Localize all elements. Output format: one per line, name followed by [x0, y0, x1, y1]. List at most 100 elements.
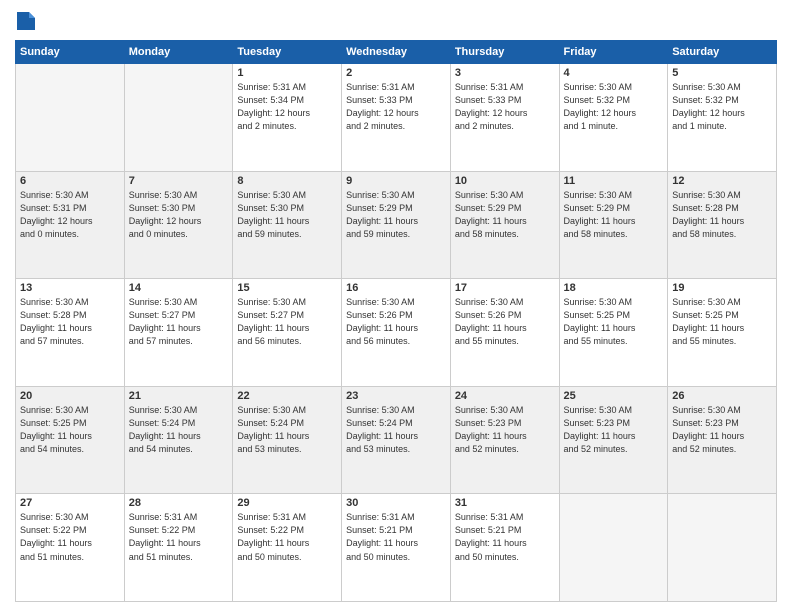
calendar-cell: 15Sunrise: 5:30 AM Sunset: 5:27 PM Dayli…: [233, 279, 342, 387]
calendar-cell: 19 Sunrise: 5:30 AM Sunset: 5:25 PM Dayli…: [668, 279, 777, 387]
week-row-4: 20 Sunrise: 5:30 AM Sunset: 5:25 PM Dayli…: [16, 386, 777, 494]
calendar-cell: [559, 494, 668, 602]
day-info: Sunrise: 5:30 AM Sunset: 5:23 PM Dayligh…: [672, 404, 772, 456]
calendar-cell: 1 Sunrise: 5:31 AM Sunset: 5:34 PM Daylig…: [233, 64, 342, 172]
column-header-monday: Monday: [124, 41, 233, 64]
week-row-5: 27Sunrise: 5:30 AM Sunset: 5:22 PM Dayli…: [16, 494, 777, 602]
day-info: Sunrise: 5:30 AM Sunset: 5:28 PM Dayligh…: [20, 296, 120, 348]
calendar-cell: 3 Sunrise: 5:31 AM Sunset: 5:33 PM Daylig…: [450, 64, 559, 172]
day-number: 20: [20, 390, 120, 402]
day-info: Sunrise: 5:30 AM Sunset: 5:28 PM Dayligh…: [672, 189, 772, 241]
calendar-cell: 11Sunrise: 5:30 AM Sunset: 5:29 PM Dayli…: [559, 171, 668, 279]
calendar-cell: [16, 64, 125, 172]
calendar-cell: 7 Sunrise: 5:30 AM Sunset: 5:30 PM Daylig…: [124, 171, 233, 279]
day-number: 21: [129, 390, 229, 402]
calendar-cell: 17Sunrise: 5:30 AM Sunset: 5:26 PM Dayli…: [450, 279, 559, 387]
day-info: Sunrise: 5:31 AM Sunset: 5:21 PM Dayligh…: [455, 511, 555, 563]
day-number: 12: [672, 175, 772, 187]
day-info: Sunrise: 5:30 AM Sunset: 5:24 PM Dayligh…: [129, 404, 229, 456]
calendar-cell: 10 Sunrise: 5:30 AM Sunset: 5:29 PM Dayli…: [450, 171, 559, 279]
day-number: 7: [129, 175, 229, 187]
week-row-1: 1 Sunrise: 5:31 AM Sunset: 5:34 PM Daylig…: [16, 64, 777, 172]
calendar-cell: 9 Sunrise: 5:30 AM Sunset: 5:29 PM Daylig…: [342, 171, 451, 279]
day-number: 19: [672, 282, 772, 294]
day-number: 22: [237, 390, 337, 402]
day-info: Sunrise: 5:30 AM Sunset: 5:30 PM Dayligh…: [129, 189, 229, 241]
logo-icon: [15, 10, 37, 32]
column-header-thursday: Thursday: [450, 41, 559, 64]
day-info: Sunrise: 5:30 AM Sunset: 5:29 PM Dayligh…: [346, 189, 446, 241]
day-info: Sunrise: 5:30 AM Sunset: 5:26 PM Dayligh…: [346, 296, 446, 348]
day-info: Sunrise: 5:30 AM Sunset: 5:25 PM Dayligh…: [672, 296, 772, 348]
day-info: Sunrise: 5:30 AM Sunset: 5:29 PM Dayligh…: [455, 189, 555, 241]
day-number: 1: [237, 67, 337, 79]
day-info: Sunrise: 5:30 AM Sunset: 5:32 PM Dayligh…: [564, 81, 664, 133]
week-row-2: 6 Sunrise: 5:30 AM Sunset: 5:31 PM Daylig…: [16, 171, 777, 279]
calendar-cell: [668, 494, 777, 602]
day-info: Sunrise: 5:30 AM Sunset: 5:32 PM Dayligh…: [672, 81, 772, 133]
day-number: 5: [672, 67, 772, 79]
calendar-cell: 23 Sunrise: 5:30 AM Sunset: 5:24 PM Dayli…: [342, 386, 451, 494]
day-number: 9: [346, 175, 446, 187]
calendar-cell: 27Sunrise: 5:30 AM Sunset: 5:22 PM Dayli…: [16, 494, 125, 602]
calendar-cell: 29Sunrise: 5:31 AM Sunset: 5:22 PM Dayli…: [233, 494, 342, 602]
day-number: 10: [455, 175, 555, 187]
day-number: 26: [672, 390, 772, 402]
day-info: Sunrise: 5:30 AM Sunset: 5:23 PM Dayligh…: [455, 404, 555, 456]
day-number: 18: [564, 282, 664, 294]
day-info: Sunrise: 5:30 AM Sunset: 5:25 PM Dayligh…: [20, 404, 120, 456]
day-info: Sunrise: 5:30 AM Sunset: 5:24 PM Dayligh…: [237, 404, 337, 456]
day-number: 4: [564, 67, 664, 79]
calendar-cell: 18 Sunrise: 5:30 AM Sunset: 5:25 PM Dayli…: [559, 279, 668, 387]
day-info: Sunrise: 5:31 AM Sunset: 5:22 PM Dayligh…: [129, 511, 229, 563]
day-number: 3: [455, 67, 555, 79]
logo: [15, 10, 40, 32]
calendar-cell: 22 Sunrise: 5:30 AM Sunset: 5:24 PM Dayli…: [233, 386, 342, 494]
calendar-cell: 28 Sunrise: 5:31 AM Sunset: 5:22 PM Dayli…: [124, 494, 233, 602]
day-number: 6: [20, 175, 120, 187]
day-info: Sunrise: 5:30 AM Sunset: 5:30 PM Dayligh…: [237, 189, 337, 241]
day-info: Sunrise: 5:30 AM Sunset: 5:22 PM Dayligh…: [20, 511, 120, 563]
day-info: Sunrise: 5:30 AM Sunset: 5:26 PM Dayligh…: [455, 296, 555, 348]
day-info: Sunrise: 5:31 AM Sunset: 5:34 PM Dayligh…: [237, 81, 337, 133]
day-number: 11: [564, 175, 664, 187]
page: SundayMondayTuesdayWednesdayThursdayFrid…: [0, 0, 792, 612]
day-number: 14: [129, 282, 229, 294]
day-number: 13: [20, 282, 120, 294]
calendar-cell: 26 Sunrise: 5:30 AM Sunset: 5:23 PM Dayli…: [668, 386, 777, 494]
day-number: 8: [237, 175, 337, 187]
day-info: Sunrise: 5:30 AM Sunset: 5:27 PM Dayligh…: [237, 296, 337, 348]
calendar-cell: 13 Sunrise: 5:30 AM Sunset: 5:28 PM Dayli…: [16, 279, 125, 387]
day-number: 23: [346, 390, 446, 402]
day-number: 25: [564, 390, 664, 402]
calendar-cell: 30Sunrise: 5:31 AM Sunset: 5:21 PM Dayli…: [342, 494, 451, 602]
calendar-cell: 16Sunrise: 5:30 AM Sunset: 5:26 PM Dayli…: [342, 279, 451, 387]
calendar-cell: 2Sunrise: 5:31 AM Sunset: 5:33 PM Daylig…: [342, 64, 451, 172]
calendar-cell: 4 Sunrise: 5:30 AM Sunset: 5:32 PM Daylig…: [559, 64, 668, 172]
calendar-cell: 12 Sunrise: 5:30 AM Sunset: 5:28 PM Dayli…: [668, 171, 777, 279]
calendar-cell: 24 Sunrise: 5:30 AM Sunset: 5:23 PM Dayli…: [450, 386, 559, 494]
day-info: Sunrise: 5:30 AM Sunset: 5:27 PM Dayligh…: [129, 296, 229, 348]
week-row-3: 13 Sunrise: 5:30 AM Sunset: 5:28 PM Dayli…: [16, 279, 777, 387]
day-number: 31: [455, 497, 555, 509]
column-header-friday: Friday: [559, 41, 668, 64]
column-header-tuesday: Tuesday: [233, 41, 342, 64]
day-info: Sunrise: 5:31 AM Sunset: 5:21 PM Dayligh…: [346, 511, 446, 563]
day-info: Sunrise: 5:30 AM Sunset: 5:25 PM Dayligh…: [564, 296, 664, 348]
column-header-wednesday: Wednesday: [342, 41, 451, 64]
day-info: Sunrise: 5:30 AM Sunset: 5:31 PM Dayligh…: [20, 189, 120, 241]
column-header-sunday: Sunday: [16, 41, 125, 64]
day-info: Sunrise: 5:31 AM Sunset: 5:33 PM Dayligh…: [455, 81, 555, 133]
calendar-cell: 31 Sunrise: 5:31 AM Sunset: 5:21 PM Dayli…: [450, 494, 559, 602]
calendar-cell: 25Sunrise: 5:30 AM Sunset: 5:23 PM Dayli…: [559, 386, 668, 494]
day-info: Sunrise: 5:30 AM Sunset: 5:24 PM Dayligh…: [346, 404, 446, 456]
day-number: 28: [129, 497, 229, 509]
calendar-cell: 20 Sunrise: 5:30 AM Sunset: 5:25 PM Dayli…: [16, 386, 125, 494]
calendar-cell: 8 Sunrise: 5:30 AM Sunset: 5:30 PM Daylig…: [233, 171, 342, 279]
day-number: 24: [455, 390, 555, 402]
calendar-cell: 6 Sunrise: 5:30 AM Sunset: 5:31 PM Daylig…: [16, 171, 125, 279]
calendar-cell: 14 Sunrise: 5:30 AM Sunset: 5:27 PM Dayli…: [124, 279, 233, 387]
calendar-table: SundayMondayTuesdayWednesdayThursdayFrid…: [15, 40, 777, 602]
day-number: 29: [237, 497, 337, 509]
calendar-cell: 5 Sunrise: 5:30 AM Sunset: 5:32 PM Daylig…: [668, 64, 777, 172]
